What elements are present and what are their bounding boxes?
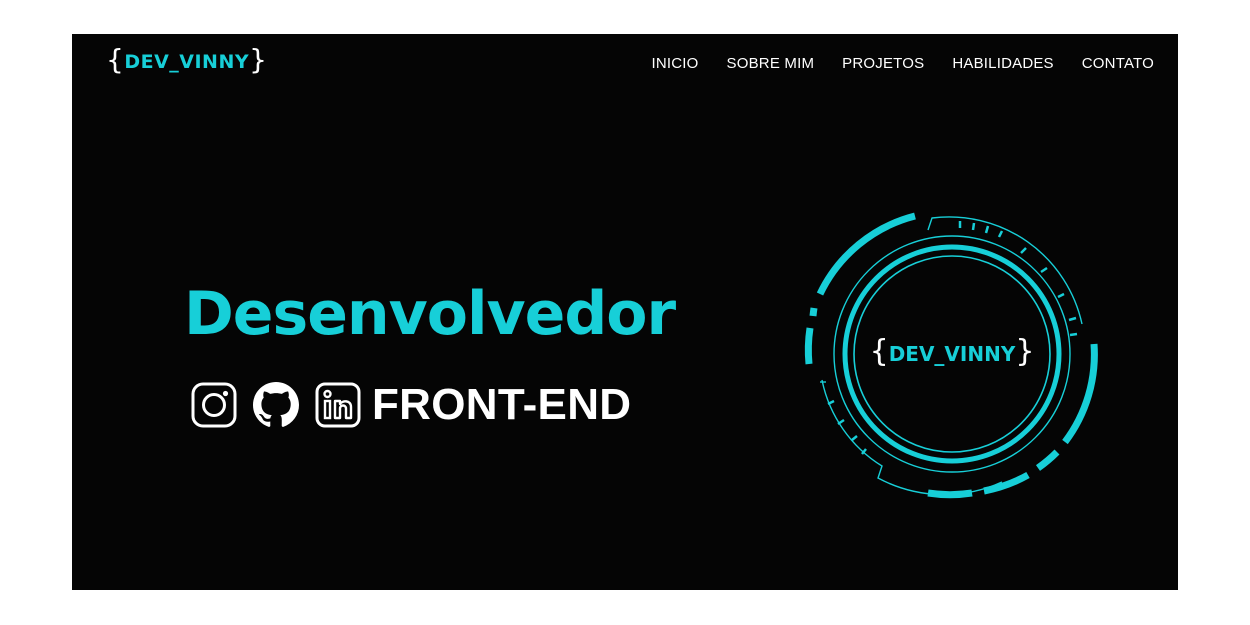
- github-icon: [253, 382, 299, 427]
- linkedin-icon: [315, 382, 361, 428]
- brand-close-brace: }: [249, 43, 268, 76]
- github-link[interactable]: [252, 381, 300, 429]
- brand-open-brace: {: [106, 43, 125, 76]
- hud-logo: { DEV_VINNY }: [802, 204, 1102, 504]
- brand-name: DEV_VINNY: [124, 51, 250, 73]
- hero-title: Desenvolvedor: [184, 279, 676, 349]
- hero-subtitle-row: FRONT-END: [190, 380, 631, 430]
- nav-item-contato[interactable]: CONTATO: [1082, 55, 1154, 72]
- page-frame: { DEV_VINNY } INICIO SOBRE MIM PROJETOS …: [72, 34, 1178, 590]
- linkedin-link[interactable]: [314, 381, 362, 429]
- nav-item-habilidades[interactable]: HABILIDADES: [952, 55, 1053, 72]
- nav-item-projetos[interactable]: PROJETOS: [842, 55, 924, 72]
- brand-logo[interactable]: { DEV_VINNY }: [106, 43, 268, 76]
- nav-item-sobre-mim[interactable]: SOBRE MIM: [727, 55, 815, 72]
- instagram-icon: [191, 382, 237, 428]
- instagram-link[interactable]: [190, 381, 238, 429]
- main-nav: INICIO SOBRE MIM PROJETOS HABILIDADES CO…: [651, 55, 1154, 72]
- nav-item-inicio[interactable]: INICIO: [651, 55, 698, 72]
- hero-role: FRONT-END: [372, 380, 632, 429]
- hud-rings: [804, 212, 1098, 499]
